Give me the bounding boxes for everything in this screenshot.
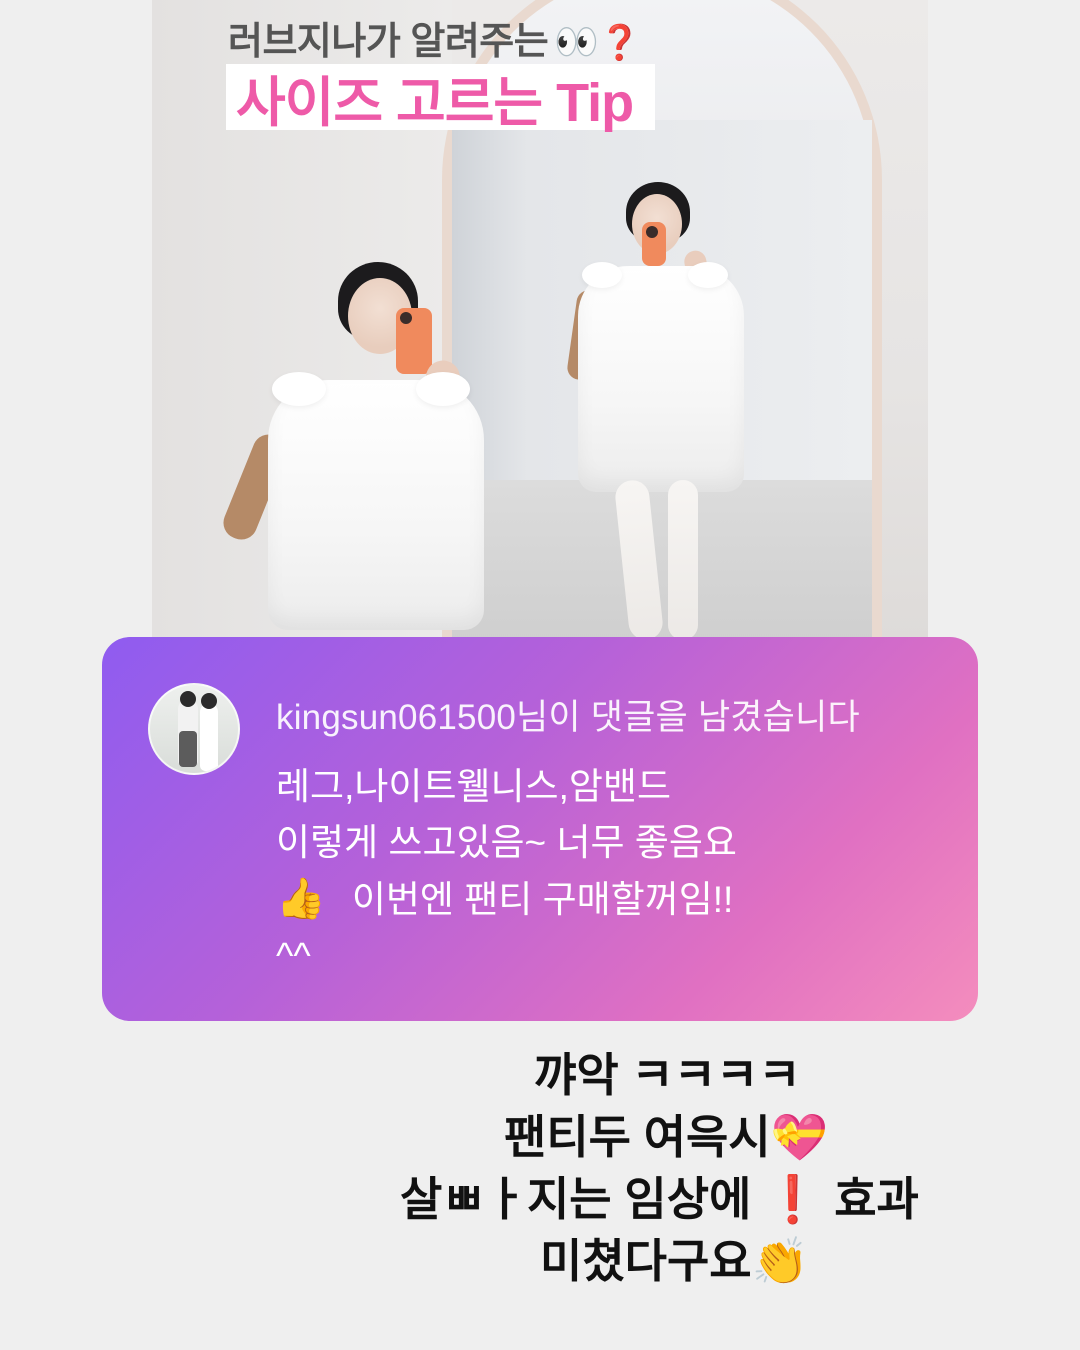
comment-line-1: 레그,나이트웰니스,암밴드 [276, 766, 671, 807]
caption-line-2-text: 팬티두 여윽시 [504, 1111, 771, 1163]
thumbs-up-icon: 👍 [276, 877, 326, 921]
caption-line-3: 살ㅃㅏ지는 임상에 ❗ 효과 [400, 1168, 1052, 1230]
caption-line-4-text: 미쳤다구요 [540, 1235, 752, 1287]
caption-line-1: 꺄악 ㅋㅋㅋㅋ [534, 1049, 801, 1101]
exclamation-icon: ❗ [764, 1173, 822, 1225]
caption-line-4: 미쳤다구요👏 [540, 1230, 1052, 1292]
comment-line-2: 이렇게 쓰고있음~ 너무 좋음요 [276, 822, 737, 863]
post-headline-highlight: 사이즈 고르는 Tip [226, 64, 656, 133]
eyes-icon: 👀 [554, 21, 599, 62]
clapping-hands-icon: 👏 [751, 1235, 809, 1287]
post-headline-line2: 사이즈 고르는 Tip [236, 72, 634, 133]
comment-meta-text: kingsun061500님이 댓글을 남겼습니다 [276, 698, 860, 737]
story-caption: 꺄악 ㅋㅋㅋㅋ 팬티두 여윽시💝 살ㅃㅏ지는 임상에 ❗ 효과 미쳤다구요👏 [352, 1044, 1052, 1292]
caption-line-3b: 효과 [834, 1173, 919, 1225]
comment-line-3-text: 이번엔 팬티 구매할꺼임!! [351, 879, 734, 920]
caption-line-3a: 살ㅃㅏ지는 임상에 [400, 1173, 752, 1225]
heart-ribbon-icon: 💝 [770, 1111, 828, 1163]
red-question-icon: ❓ [598, 24, 641, 62]
comment-sticker-card[interactable]: kingsun061500님이 댓글을 남겼습니다 레그,나이트웰니스,암밴드 … [102, 637, 978, 1021]
commenter-avatar[interactable] [148, 683, 240, 775]
caption-line-2: 팬티두 여윽시💝 [504, 1106, 1052, 1168]
comment-line-4: ^^ [276, 935, 311, 976]
comment-body: 레그,나이트웰니스,암밴드 이렇게 쓰고있음~ 너무 좋음요 👍 이번엔 팬티 구… [276, 759, 916, 984]
comment-line-3: 👍 이번엔 팬티 구매할꺼임!! [276, 871, 916, 928]
